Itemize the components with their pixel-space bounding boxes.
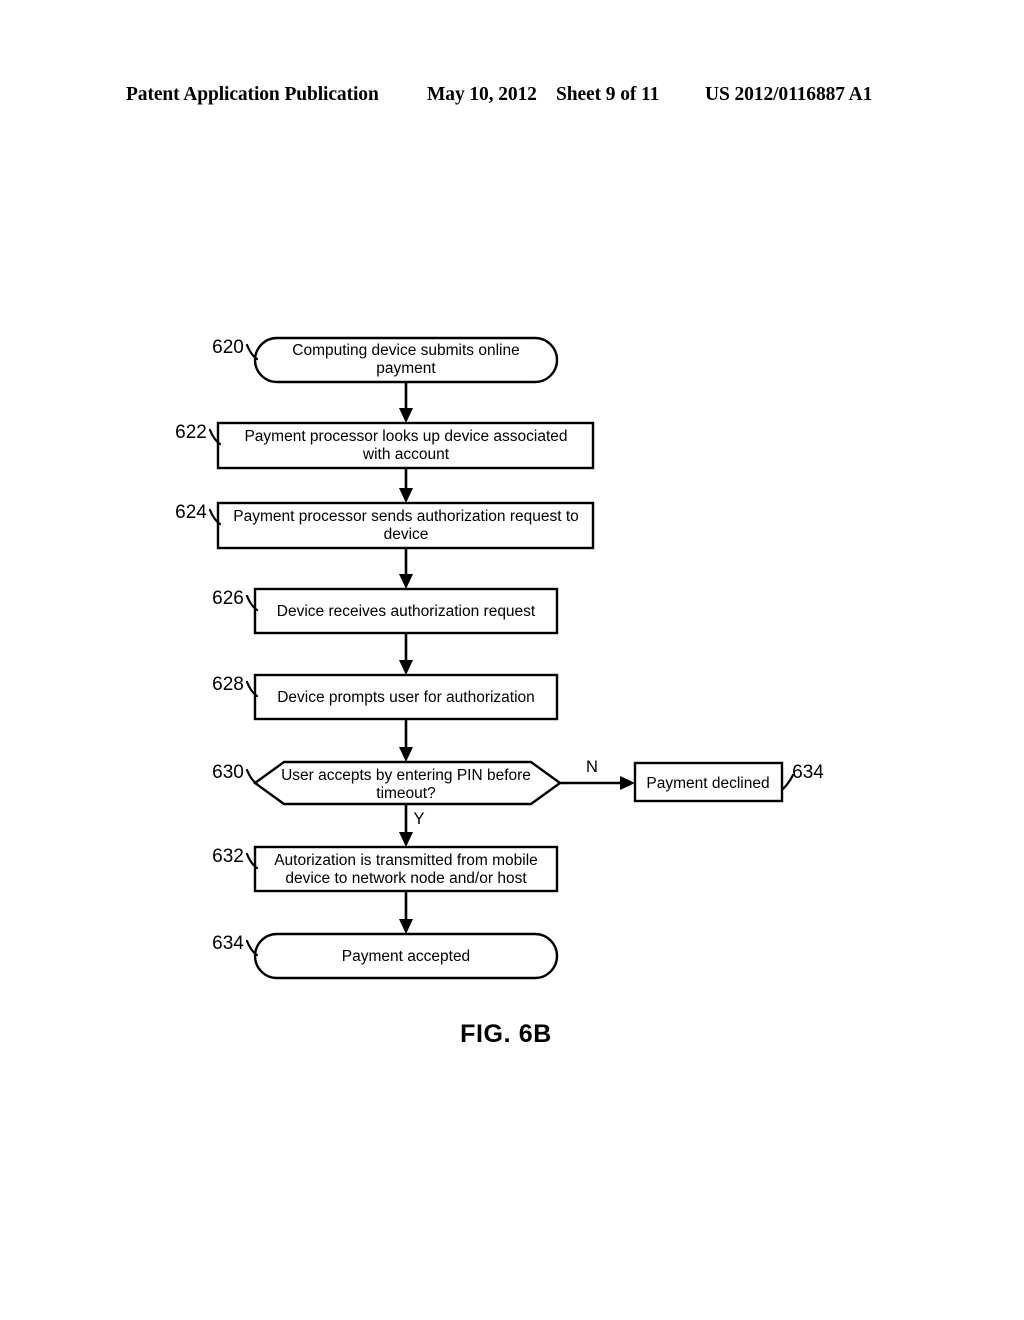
flow-connector-624-626 <box>399 548 413 589</box>
flow-connector-622-624 <box>399 468 413 503</box>
flow-node-630-leader <box>245 768 259 786</box>
flow-ref-626: 626 <box>212 588 244 609</box>
flow-node-620-line-1: Computing device submits online <box>292 342 519 359</box>
flow-connector-628-630 <box>399 719 413 762</box>
flow-node-632: Autorization is transmitted from mobile … <box>212 845 559 893</box>
flow-ref-628: 628 <box>212 674 244 695</box>
flow-node-624-line-1: Payment processor sends authorization re… <box>233 508 579 525</box>
flow-node-622-line-1: Payment processor looks up device associ… <box>244 428 567 445</box>
flow-node-630-line-2: timeout? <box>376 785 436 802</box>
flow-ref-634-declined: 634 <box>792 762 824 783</box>
flow-connector-626-628 <box>399 633 413 675</box>
flow-node-624-line-2: device <box>384 526 429 543</box>
flow-ref-624: 624 <box>175 502 207 523</box>
flow-connector-630-632: Y <box>399 804 425 847</box>
flow-branch-label-no: N <box>586 758 598 776</box>
flow-ref-632: 632 <box>212 846 244 867</box>
flow-node-632-line-2: device to network node and/or host <box>285 870 527 887</box>
flow-ref-634: 634 <box>212 933 244 954</box>
flow-branch-label-yes: Y <box>413 810 424 828</box>
figure-6b: Computing device submits online payment … <box>0 0 1024 1320</box>
flow-node-622: Payment processor looks up device associ… <box>175 421 595 470</box>
flow-ref-620: 620 <box>212 337 244 358</box>
flow-connector-620-622 <box>399 382 413 423</box>
flow-node-628-line-1: Device prompts user for authorization <box>277 689 535 706</box>
flow-node-626: Device receives authorization request 62… <box>212 587 559 635</box>
flow-node-634: Payment accepted 634 <box>212 932 559 980</box>
flow-node-payment-declined: Payment declined 634 <box>633 761 824 803</box>
flow-node-634-line-1: Payment accepted <box>342 948 470 965</box>
flow-node-632-line-1: Autorization is transmitted from mobile <box>274 852 538 869</box>
flow-node-payment-declined-line-1: Payment declined <box>646 775 769 792</box>
flow-node-630-line-1: User accepts by entering PIN before <box>281 767 531 784</box>
flow-node-628: Device prompts user for authorization 62… <box>212 673 559 721</box>
flow-ref-630: 630 <box>212 762 244 783</box>
flow-node-630: User accepts by entering PIN before time… <box>212 760 563 806</box>
flow-node-624: Payment processor sends authorization re… <box>175 501 595 550</box>
flow-node-622-line-2: with account <box>362 446 450 463</box>
flow-ref-622: 622 <box>175 422 207 443</box>
flow-node-626-line-1: Device receives authorization request <box>277 603 536 620</box>
flow-node-620: Computing device submits online payment … <box>212 336 559 384</box>
figure-caption: FIG. 6B <box>460 1020 552 1048</box>
flow-connector-632-634 <box>399 891 413 934</box>
flow-node-620-line-2: payment <box>376 360 436 377</box>
flow-connector-630-declined: N <box>560 758 635 790</box>
